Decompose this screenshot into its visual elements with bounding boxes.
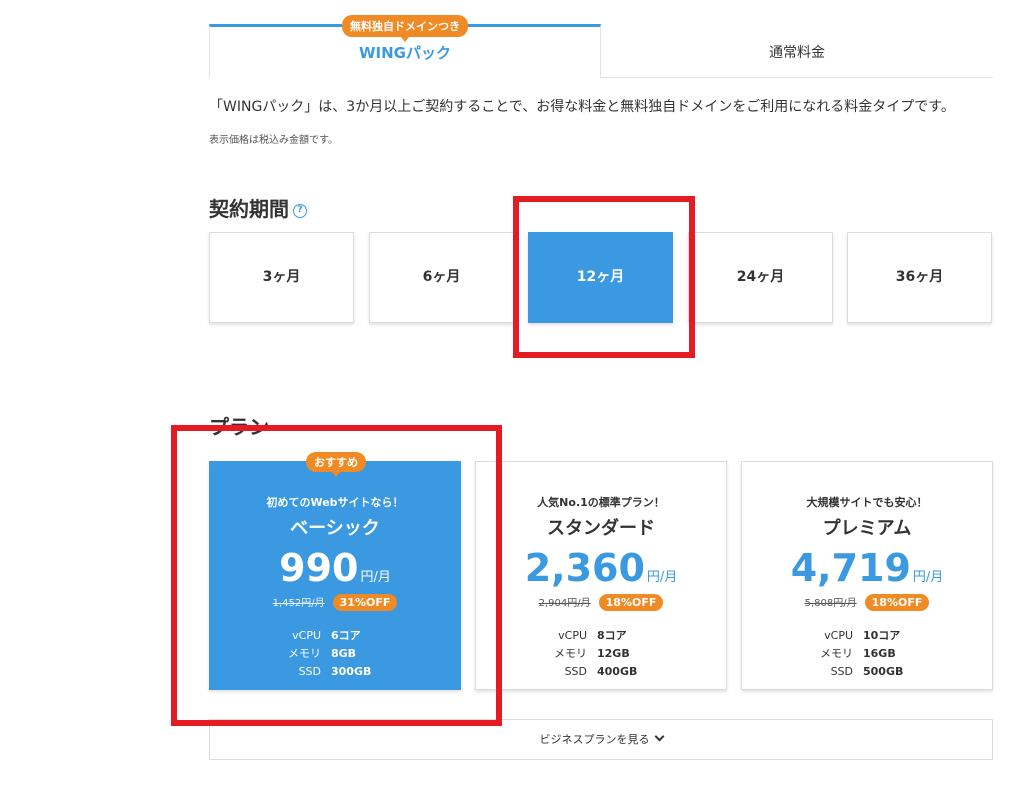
plan-discount-badge: 18%OFF xyxy=(864,594,930,611)
spec-row-vcpu: vCPU 10コア xyxy=(797,627,937,645)
business-plan-toggle[interactable]: ビジネスプランを見る xyxy=(209,719,993,760)
spec-row-vcpu: vCPU 6コア xyxy=(265,627,405,645)
period-option-36m[interactable]: 36ヶ月 xyxy=(847,232,992,323)
period-section-title: 契約期間? xyxy=(209,193,307,222)
plan-price-unit: 円/月 xyxy=(912,570,944,585)
plan-price-row: 2,360 円/月 xyxy=(476,546,726,590)
spec-value: 300GB xyxy=(331,665,372,678)
spec-value: 400GB xyxy=(597,665,638,678)
plan-old-price: 5,808円/月 xyxy=(804,598,857,609)
tab-wing-pack-label: WINGパック xyxy=(359,44,451,62)
spec-label: SSD xyxy=(298,665,321,678)
spec-value: 16GB xyxy=(863,647,896,660)
spec-value: 12GB xyxy=(597,647,630,660)
plan-tagline: 初めてのWebサイトなら！ xyxy=(266,496,404,509)
plan-name: スタンダード xyxy=(547,518,655,539)
plan-old-price: 1,452円/月 xyxy=(272,598,325,609)
spec-value: 8GB xyxy=(331,647,357,660)
period-option-24m[interactable]: 24ヶ月 xyxy=(688,232,833,323)
spec-label: メモリ xyxy=(288,647,321,660)
period-option-12m[interactable]: 12ヶ月 xyxy=(528,232,673,323)
plan-price-row: 990 円/月 xyxy=(210,546,460,590)
tab-normal-price-label: 通常料金 xyxy=(769,45,825,61)
spec-label: vCPU xyxy=(824,629,853,642)
spec-label: メモリ xyxy=(820,647,853,660)
plan-specs: vCPU 8コア メモリ 12GB SSD 400GB xyxy=(531,627,671,681)
wing-pack-description: 「WINGパック」は、3か月以上ご契約することで、お得な料金と無料独自ドメインを… xyxy=(209,99,955,115)
plan-card-premium[interactable]: 大規模サイトでも安心！ プレミアム 4,719 円/月 5,808円/月 18%OF… xyxy=(741,461,993,690)
spec-value: 10コア xyxy=(863,629,901,642)
tab-wing-pack[interactable]: 無料独自ドメインつき WINGパック xyxy=(209,15,601,78)
plan-price: 2,360 xyxy=(524,546,645,590)
plan-card-basic[interactable]: おすすめ 初めてのWebサイトなら！ ベーシック 990 円/月 1,452円/月… xyxy=(209,452,461,690)
plan-price-row: 4,719 円/月 xyxy=(742,546,992,590)
spec-row-memory: メモリ 16GB xyxy=(797,645,937,663)
chevron-down-icon xyxy=(654,731,664,742)
spec-label: vCPU xyxy=(558,629,587,642)
plan-discount-row: 2,904円/月 18%OFF xyxy=(476,594,726,611)
plan-tagline: 大規模サイトでも安心！ xyxy=(806,496,928,509)
spec-value: 6コア xyxy=(331,629,361,642)
plan-section-title: プラン xyxy=(209,415,269,439)
price-type-tabs: 無料独自ドメインつき WINGパック 通常料金 xyxy=(209,15,993,78)
plan-specs: vCPU 10コア メモリ 16GB SSD 500GB xyxy=(797,627,937,681)
business-plan-label: ビジネスプランを見る xyxy=(539,733,650,746)
plan-discount-badge: 31%OFF xyxy=(332,594,398,611)
plan-price-unit: 円/月 xyxy=(360,570,391,585)
plan-old-price: 2,904円/月 xyxy=(538,598,591,609)
tax-note: 表示価格は税込み金額です。 xyxy=(209,135,338,146)
plan-price: 990 xyxy=(279,546,359,590)
spec-label: SSD xyxy=(564,665,587,678)
spec-value: 8コア xyxy=(597,629,627,642)
period-option-6m[interactable]: 6ヶ月 xyxy=(369,232,514,323)
plan-card-standard[interactable]: 人気No.1の標準プラン！ スタンダード 2,360 円/月 2,904円/月 18… xyxy=(475,461,727,690)
free-domain-badge: 無料独自ドメインつき xyxy=(342,15,468,42)
spec-value: 500GB xyxy=(863,665,904,678)
plan-name: ベーシック xyxy=(290,518,380,539)
plan-price: 4,719 xyxy=(790,546,911,590)
spec-row-memory: メモリ 8GB xyxy=(265,645,405,663)
tab-normal-price[interactable]: 通常料金 xyxy=(601,24,993,78)
plan-name: プレミアム xyxy=(822,518,912,539)
spec-row-ssd: SSD 300GB xyxy=(265,663,405,681)
spec-label: vCPU xyxy=(292,629,321,642)
plan-price-unit: 円/月 xyxy=(646,570,678,585)
plan-discount-badge: 18%OFF xyxy=(598,594,664,611)
help-icon[interactable]: ? xyxy=(293,203,307,218)
spec-row-ssd: SSD 500GB xyxy=(797,663,937,681)
spec-row-memory: メモリ 12GB xyxy=(531,645,671,663)
recommended-badge: おすすめ xyxy=(306,452,366,477)
period-option-3m[interactable]: 3ヶ月 xyxy=(209,232,354,323)
period-title-text: 契約期間 xyxy=(209,197,289,221)
plan-tagline: 人気No.1の標準プラン！ xyxy=(537,496,665,509)
spec-label: メモリ xyxy=(554,647,587,660)
spec-label: SSD xyxy=(830,665,853,678)
plan-specs: vCPU 6コア メモリ 8GB SSD 300GB xyxy=(265,627,405,681)
spec-row-ssd: SSD 400GB xyxy=(531,663,671,681)
plan-discount-row: 1,452円/月 31%OFF xyxy=(210,594,460,611)
spec-row-vcpu: vCPU 8コア xyxy=(531,627,671,645)
plan-discount-row: 5,808円/月 18%OFF xyxy=(742,594,992,611)
